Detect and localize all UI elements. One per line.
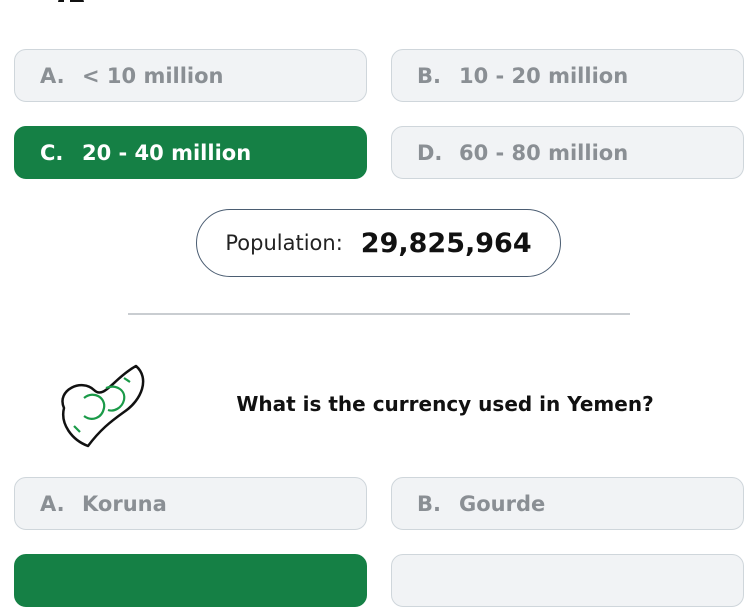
option-letter: C. bbox=[40, 140, 64, 165]
population-option-a[interactable]: A. < 10 million bbox=[14, 49, 367, 102]
option-letter: B. bbox=[417, 63, 441, 88]
option-text: 60 - 80 million bbox=[459, 140, 629, 165]
currency-question-text: What is the currency used in Yemen? bbox=[236, 392, 654, 416]
option-text: < 10 million bbox=[82, 63, 224, 88]
currency-option-c-partial[interactable] bbox=[14, 554, 367, 607]
option-text: 20 - 40 million bbox=[82, 140, 252, 165]
option-letter: A. bbox=[40, 63, 65, 88]
option-text: Gourde bbox=[459, 491, 546, 516]
option-text: Koruna bbox=[82, 491, 167, 516]
money-icon bbox=[61, 364, 145, 448]
population-option-d[interactable]: D. 60 - 80 million bbox=[391, 126, 744, 179]
option-letter: B. bbox=[417, 491, 441, 516]
partial-top-icon bbox=[58, 0, 84, 2]
currency-option-b[interactable]: B. Gourde bbox=[391, 477, 744, 530]
population-option-c-correct[interactable]: C. 20 - 40 million bbox=[14, 126, 367, 179]
currency-option-d-partial[interactable] bbox=[391, 554, 744, 607]
option-letter: D. bbox=[417, 140, 443, 165]
population-answer-pill: Population: 29,825,964 bbox=[196, 209, 561, 277]
population-value: 29,825,964 bbox=[360, 227, 532, 259]
population-label: Population: bbox=[225, 231, 343, 255]
population-option-b[interactable]: B. 10 - 20 million bbox=[391, 49, 744, 102]
option-text: 10 - 20 million bbox=[459, 63, 629, 88]
currency-option-a[interactable]: A. Koruna bbox=[14, 477, 367, 530]
option-letter: A. bbox=[40, 491, 65, 516]
section-divider bbox=[128, 313, 630, 315]
